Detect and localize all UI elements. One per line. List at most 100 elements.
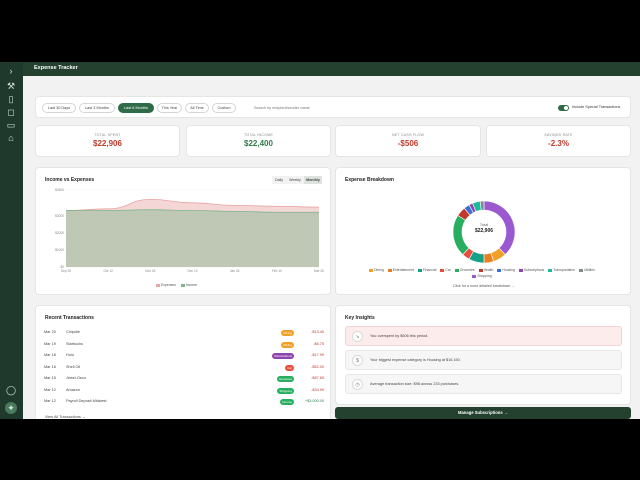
legend-item[interactable]: Transportation [548, 267, 575, 273]
app-window: › ⚒ ▯ ◻ ▭ ⌂ ◯ ✦ Expense Tracker Last 30 … [0, 62, 640, 419]
view-all-link[interactable]: View All Transactions → [45, 415, 86, 419]
wrench-icon[interactable]: ⚒ [5, 80, 17, 92]
series-area-income [66, 209, 319, 267]
x-tick-label: Mar 26 [314, 269, 324, 273]
tx-date: Mar 12 [44, 387, 56, 392]
legend-label: Subscriptions [523, 268, 545, 272]
legend-label: Entertainment [392, 268, 414, 272]
transaction-row[interactable]: Mar 18 Hulu Subscriptions -$17.99 [44, 351, 324, 360]
transaction-row[interactable]: Mar 15 Jewel-Osco Groceries -$87.65 [44, 374, 324, 383]
range-custom[interactable]: Custom [212, 103, 236, 113]
compass-icon[interactable]: ✦ [5, 402, 17, 414]
dashboard: Last 30 Days Last 3 Months Last 6 Months… [23, 76, 640, 419]
x-tick-label: Oct 12 [103, 269, 113, 273]
breakdown-legend: Dining Entertainment Financial Car Groceries… [364, 267, 604, 279]
y-tick-label: $3000 [55, 214, 64, 218]
range-last-6-months[interactable]: Last 6 Months [118, 103, 154, 113]
card-title: Expense Breakdown [345, 177, 394, 183]
dollar-icon: $ [352, 355, 363, 366]
tx-name: Starbucks [66, 341, 83, 346]
transaction-row[interactable]: Mar 20 Chipotle Dining -$13.40 [44, 328, 324, 337]
legend-swatch [369, 268, 374, 272]
tx-category-badge: Dining [281, 341, 294, 348]
range-all-time[interactable]: All Time [185, 103, 209, 113]
clock-icon: ◷ [352, 379, 363, 390]
transaction-row[interactable]: Mar 19 Starbucks Dining -$6.75 [44, 340, 324, 349]
legend-item[interactable]: Subscriptions [518, 267, 545, 273]
tx-name: Chipotle [66, 330, 80, 334]
card-title: Recent Transactions [45, 315, 94, 321]
legend-item[interactable]: Shopping [472, 273, 492, 279]
key-insights-card: Key Insights ↘ You overspent by $506 thi… [335, 305, 631, 405]
legend-label: Shopping [477, 274, 492, 278]
tx-name: Jewel-Osco [66, 376, 86, 380]
legend-label: Housing [502, 268, 515, 272]
tx-amount: +$3,000.00 [304, 399, 324, 403]
legend-item[interactable]: Utilities [578, 267, 595, 273]
transaction-row[interactable]: Mar 16 Shell Oil Car -$52.00 [44, 363, 324, 372]
legend-label: Transportation [553, 268, 575, 272]
stat-total-spent: TOTAL SPENT $22,906 [35, 125, 180, 157]
x-tick-label: Nov 26 [145, 269, 155, 273]
legend-swatch [478, 268, 483, 272]
insight-average-transaction: ◷ Average transaction size: $98 across 2… [345, 374, 622, 394]
detailed-breakdown-link[interactable]: Click for a more detailed breakdown → [336, 284, 632, 288]
legend-swatch [497, 268, 502, 272]
tx-date: Mar 12 [44, 399, 56, 403]
area-chart: $4500$3000$2000$1000$0Sep 26 Oct 12 Nov 26… [55, 188, 324, 273]
y-tick-label: $1000 [55, 248, 64, 252]
title-bar: Expense Tracker [23, 62, 640, 76]
tx-date: Mar 16 [44, 364, 56, 369]
tx-category-badge: Dining [281, 330, 294, 336]
legend-item[interactable]: Car [440, 267, 451, 273]
legend-item[interactable]: Dining [369, 267, 384, 273]
range-last-30-days[interactable]: Last 30 Days [42, 103, 76, 113]
legend-swatch [454, 268, 459, 272]
tx-amount: -$17.99 [311, 353, 324, 357]
expense-breakdown-card: Expense Breakdown Total $22,906 Dining En… [335, 167, 631, 295]
range-last-3-months[interactable]: Last 3 Months [79, 103, 115, 113]
user-icon[interactable]: ◯ [5, 384, 17, 396]
legend-item[interactable]: Entertainment [387, 267, 414, 273]
legend-swatch [417, 268, 422, 272]
tx-name: Payroll Deposit Midwest [66, 399, 107, 403]
legend-item[interactable]: Housing [497, 267, 515, 273]
donut-center-label: Total [479, 222, 489, 227]
transaction-row[interactable]: Mar 12 Amazon Shopping -$34.99 [44, 386, 324, 395]
tx-category-badge: Income [280, 399, 294, 405]
x-tick-label: Dec 10 [187, 269, 197, 273]
tx-name: Amazon [66, 387, 80, 392]
insight-biggest-category: $ Your biggest expense category is Housi… [345, 350, 622, 370]
range-this-year[interactable]: This Year [157, 103, 182, 113]
tx-amount: -$13.40 [311, 330, 324, 334]
x-tick-label: Sep 26 [61, 269, 71, 273]
legend-swatch [548, 268, 553, 272]
income-expenses-card: Income vs Expenses Daily Weekly Monthly … [35, 167, 331, 295]
y-tick-label: $4500 [55, 188, 64, 192]
transaction-row[interactable]: Mar 12 Payroll Deposit Midwest Income +$3,0… [44, 397, 324, 406]
book-icon[interactable]: ▯ [5, 93, 17, 105]
tx-date: Mar 19 [44, 341, 56, 346]
stat-net-cash-flow: NET CASH FLOW -$506 [335, 125, 481, 157]
stat-savings-rate: SAVINGS RATE -2.3% [486, 125, 631, 157]
legend-swatch [578, 268, 583, 272]
tx-date: Mar 15 [44, 376, 56, 380]
tx-amount: -$34.99 [311, 387, 324, 392]
legend-label: Groceries [459, 268, 475, 272]
tx-amount: -$6.75 [313, 341, 324, 346]
tx-amount: -$87.65 [311, 376, 324, 380]
search-input[interactable] [254, 103, 374, 113]
legend-label: Health [483, 268, 494, 272]
special-transactions-toggle[interactable] [558, 105, 569, 111]
x-tick-label: Jan 26 [230, 269, 240, 273]
document-icon[interactable]: ▭ [5, 119, 17, 131]
legend-swatch [472, 274, 477, 278]
chart-legend: Expenses Income [156, 283, 201, 287]
manage-subscriptions-button[interactable]: Manage Subscriptions → [335, 407, 631, 419]
bookmark-icon[interactable]: ⌂ [5, 132, 17, 144]
chat-icon[interactable]: ◻ [5, 106, 17, 118]
chevron-right-icon[interactable]: › [5, 65, 17, 77]
app-title: Expense Tracker [34, 65, 78, 71]
legend-item[interactable]: Financial [417, 267, 436, 273]
legend-label: Utilities [583, 268, 595, 272]
